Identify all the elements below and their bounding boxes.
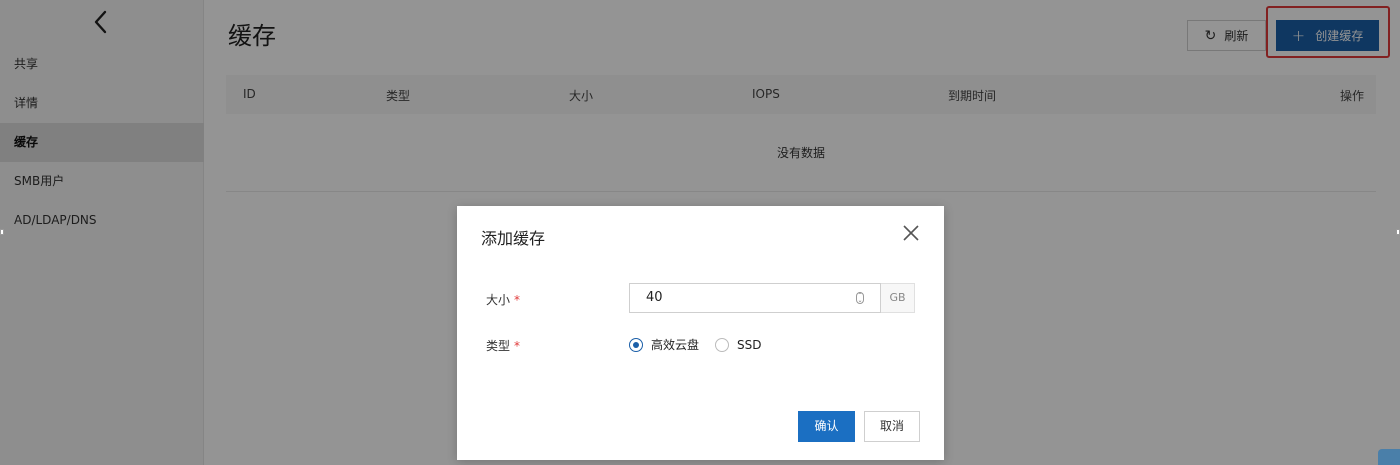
add-cache-dialog: 添加缓存 大小 * 40 ⌃ ⌄ GB 类型 * 高效云盘 SSD 确认 取消 [457,206,944,460]
type-radio-group: 高效云盘 SSD [629,336,778,353]
required-mark: * [514,293,521,307]
corner-widget-icon[interactable] [1378,449,1400,465]
confirm-button[interactable]: 确认 [798,411,855,442]
size-unit: GB [881,283,915,313]
size-label-text: 大小 [486,293,511,307]
close-button[interactable] [902,224,920,242]
dialog-title: 添加缓存 [481,229,546,248]
cancel-button[interactable]: 取消 [864,411,920,442]
radio-label: SSD [737,337,762,352]
size-input[interactable]: 40 ⌃ ⌄ [629,283,881,313]
right-edge-handle [1396,229,1400,235]
radio-efficient-cloud-disk[interactable]: 高效云盘 [629,336,699,353]
size-label: 大小 * [486,291,520,308]
radio-checked-icon [629,337,643,352]
radio-unchecked-icon [715,337,730,352]
type-label-text: 类型 [486,339,511,353]
number-stepper-icon[interactable]: ⌃ ⌄ [856,292,864,304]
size-input-value: 40 [646,290,663,305]
required-mark: * [514,339,521,353]
radio-label: 高效云盘 [651,338,700,352]
left-edge-handle [0,229,4,235]
type-label: 类型 * [486,337,520,354]
close-icon [903,225,919,241]
radio-ssd[interactable]: SSD [715,337,762,352]
